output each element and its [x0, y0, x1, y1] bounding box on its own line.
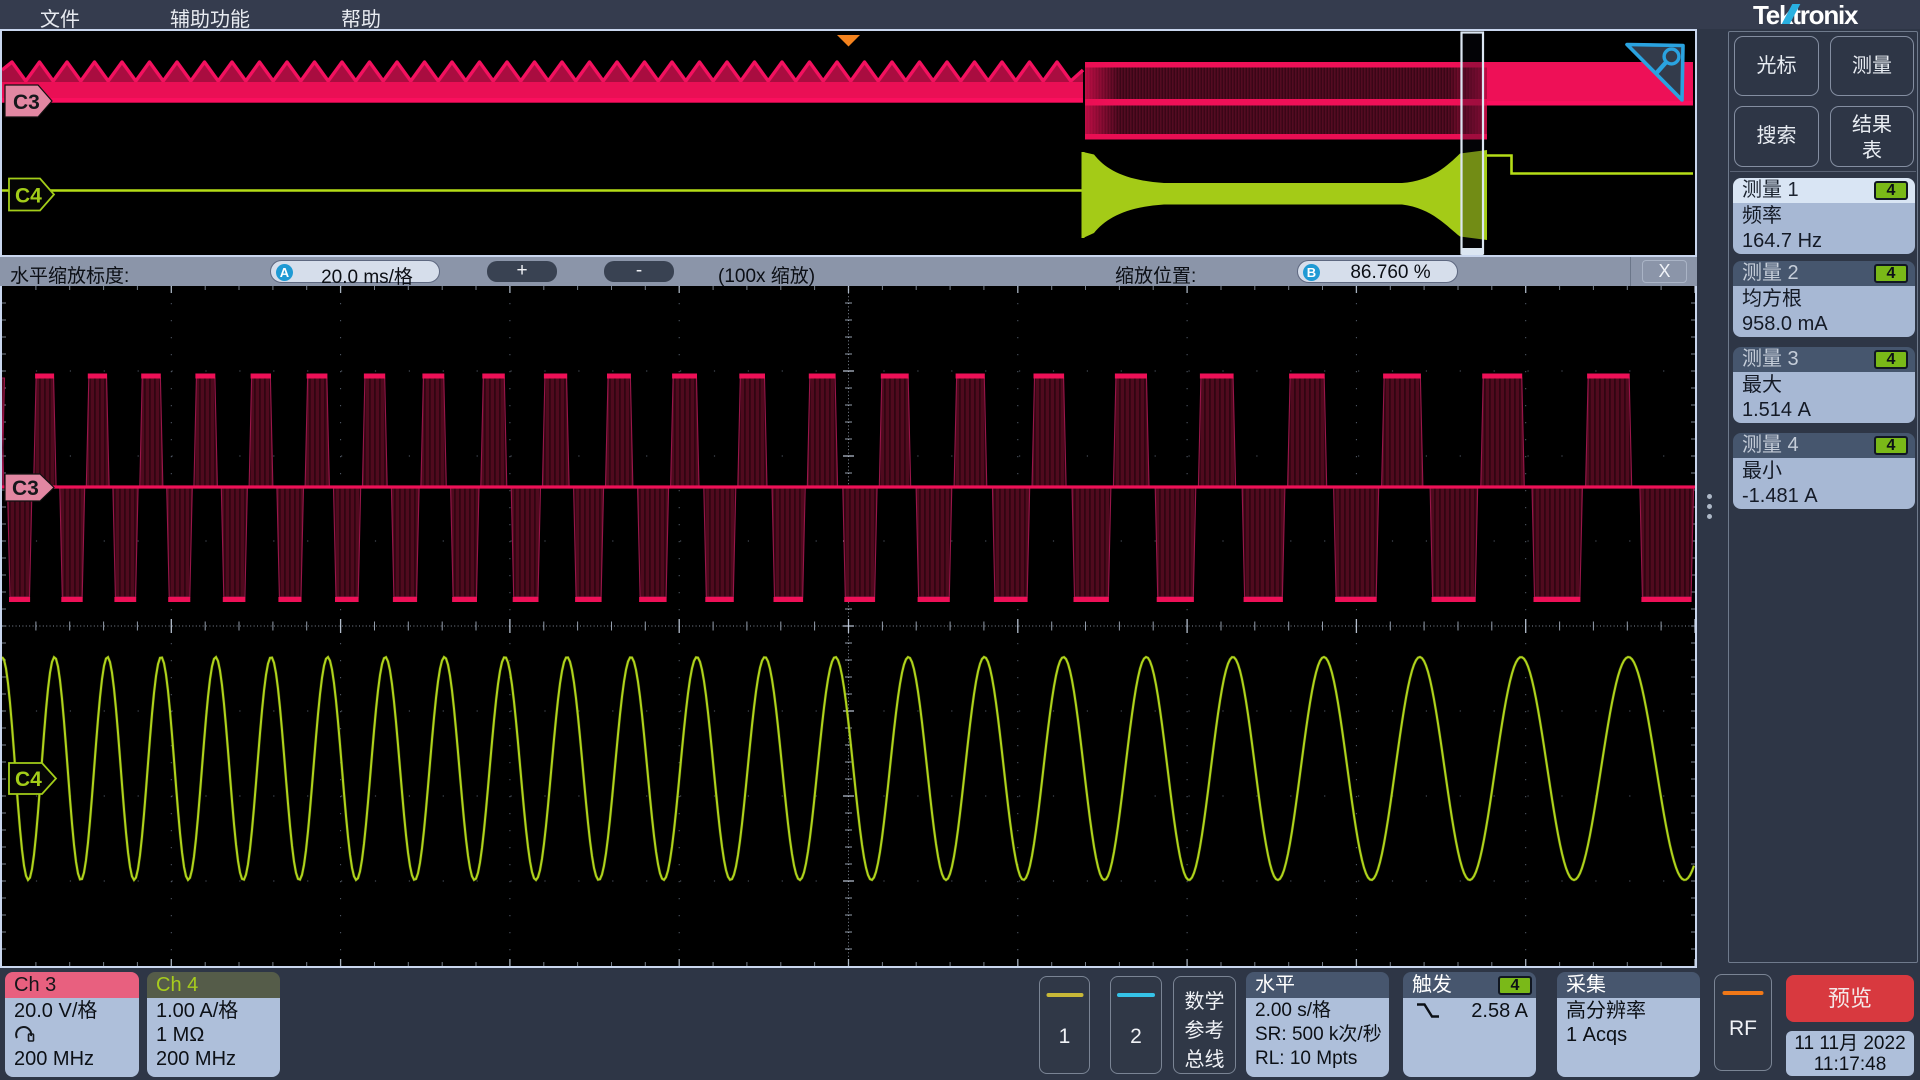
svg-text:C3: C3 — [12, 477, 39, 500]
svg-text:C3: C3 — [13, 91, 40, 114]
svg-text:C4: C4 — [15, 185, 42, 208]
svg-text:C4: C4 — [15, 768, 42, 791]
